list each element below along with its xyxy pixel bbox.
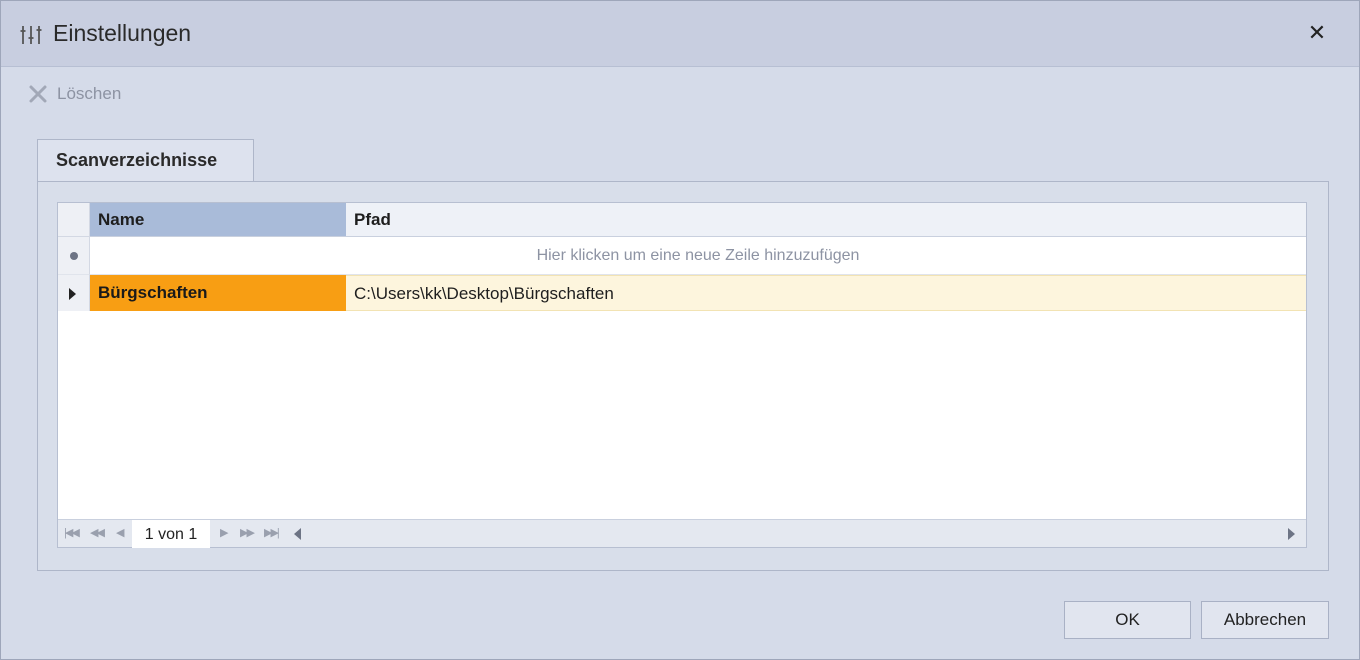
close-button[interactable]: ✕: [1303, 19, 1331, 47]
ok-button[interactable]: OK: [1064, 601, 1191, 639]
page-info: 1 von 1: [132, 520, 210, 548]
new-row-dot-icon: [70, 252, 78, 260]
cell-path[interactable]: C:\Users\kk\Desktop\Bürgschaften: [346, 275, 1306, 311]
settings-dialog: Einstellungen ✕ Löschen Scanverzeichniss…: [0, 0, 1360, 660]
scroll-left-icon[interactable]: [294, 528, 301, 540]
grid-navigator: |◀◀ ◀◀ ◀ 1 von 1 ▶ ▶▶ ▶▶|: [58, 519, 1306, 548]
delete-icon: [29, 85, 47, 103]
scroll-right-icon[interactable]: [1288, 528, 1295, 540]
title-bar: Einstellungen ✕: [1, 1, 1359, 67]
column-header-path-label: Pfad: [354, 210, 391, 229]
cell-name-text: Bürgschaften: [98, 283, 208, 302]
scan-directories-grid: Name Pfad Hier klicken um eine neue Zeil…: [57, 202, 1307, 548]
column-header-name-label: Name: [98, 210, 145, 229]
dialog-title: Einstellungen: [53, 20, 192, 46]
tab-scanverzeichnisse[interactable]: Scanverzeichnisse: [37, 139, 254, 183]
new-row-indicator: [58, 237, 90, 275]
row-indicator-header: [58, 203, 90, 237]
prev-record-icon[interactable]: ◀: [116, 526, 125, 539]
row-indicator[interactable]: [58, 275, 90, 311]
current-row-arrow-icon: [69, 288, 76, 300]
last-page-icon[interactable]: ▶▶|: [264, 526, 280, 539]
cell-path-text: C:\Users\kk\Desktop\Bürgschaften: [354, 284, 614, 303]
delete-label: Löschen: [57, 84, 122, 103]
first-page-icon[interactable]: |◀◀: [64, 526, 80, 539]
delete-button[interactable]: Löschen: [27, 81, 121, 107]
column-header-path[interactable]: Pfad: [346, 203, 1306, 237]
next-record-icon[interactable]: ▶: [220, 526, 229, 539]
new-row[interactable]: Hier klicken um eine neue Zeile hinzuzuf…: [90, 237, 1306, 275]
cell-name[interactable]: Bürgschaften: [90, 275, 346, 311]
column-header-name[interactable]: Name: [90, 203, 346, 237]
cancel-button[interactable]: Abbrechen: [1201, 601, 1329, 639]
prev-page-icon[interactable]: ◀◀: [90, 526, 105, 539]
tab-label: Scanverzeichnisse: [56, 150, 218, 170]
settings-sliders-icon: [20, 26, 42, 44]
next-page-icon[interactable]: ▶▶: [240, 526, 255, 539]
